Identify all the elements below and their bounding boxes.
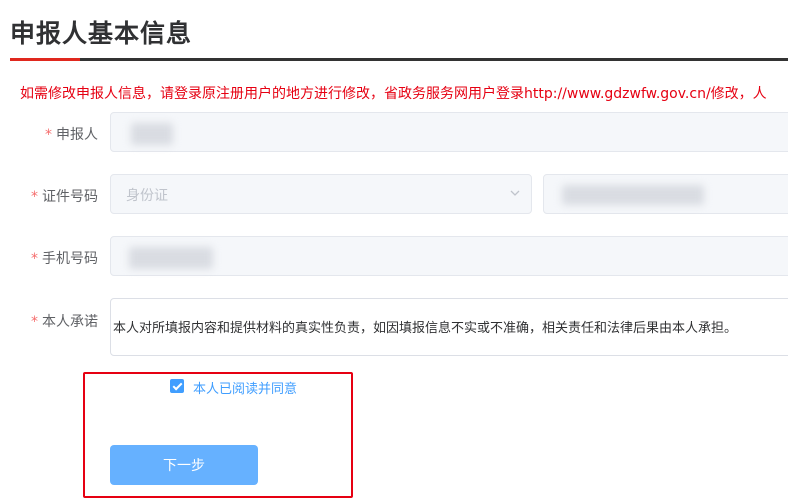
id-number-label-text: 证件号码: [42, 189, 98, 205]
notice-text: 如需修改申报人信息，请登录原注册用户的地方进行修改，省政务服务网用户登录http…: [20, 86, 767, 102]
required-mark: *: [31, 189, 38, 205]
promise-label: * 本人承诺: [20, 311, 98, 331]
redacted-value: [131, 123, 173, 145]
id-type-value: 身份证: [126, 188, 168, 204]
required-mark: *: [31, 314, 38, 330]
agree-label[interactable]: 本人已阅读并同意: [193, 378, 297, 397]
phone-label: * 手机号码: [20, 248, 98, 268]
phone-label-text: 手机号码: [42, 251, 98, 267]
applicant-label: * 申报人: [20, 124, 98, 144]
page-title: 申报人基本信息: [10, 19, 193, 48]
required-mark: *: [45, 127, 52, 143]
redacted-value: [562, 185, 704, 205]
id-type-select[interactable]: 身份证: [110, 174, 532, 214]
chevron-down-icon: [510, 190, 520, 196]
id-number-label: * 证件号码: [20, 186, 98, 206]
promise-textarea: 本人对所填报内容和提供材料的真实性负责，如因填报信息不实或不准确，相关责任和法律…: [110, 298, 788, 356]
required-mark: *: [31, 251, 38, 267]
agree-checkbox[interactable]: [170, 379, 184, 393]
id-number-input[interactable]: [543, 174, 788, 214]
title-accent-bar: [10, 58, 80, 61]
applicant-label-text: 申报人: [56, 127, 98, 143]
phone-input[interactable]: [110, 236, 788, 276]
promise-label-text: 本人承诺: [42, 314, 98, 330]
applicant-input[interactable]: [110, 112, 788, 152]
redacted-value: [129, 247, 213, 269]
promise-text: 本人对所填报内容和提供材料的真实性负责，如因填报信息不实或不准确，相关责任和法律…: [113, 321, 738, 336]
next-step-button[interactable]: 下一步: [110, 445, 258, 485]
title-divider: [10, 58, 788, 61]
